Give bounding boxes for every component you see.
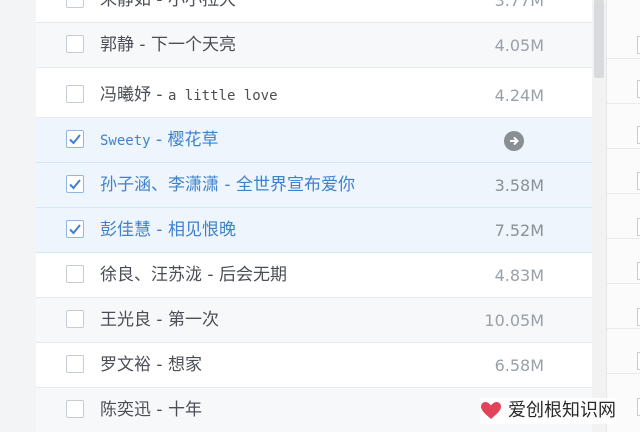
divider — [607, 283, 640, 284]
song-title: 王光良 - 第一次 — [100, 310, 219, 330]
watermark: 爱创根知识网 — [480, 398, 616, 424]
song-row[interactable]: 彭佳慧 - 相见恨晚 7.52M — [36, 208, 592, 253]
song-row[interactable]: Sweety - 樱花草 — [36, 118, 592, 163]
song-title: 彭佳慧 - 相见恨晚 — [100, 220, 236, 240]
song-checkbox[interactable] — [66, 355, 84, 373]
check-icon — [69, 224, 81, 235]
song-title: 朱静如 - 小小拉大 — [100, 0, 236, 10]
heart-logo-icon — [481, 402, 501, 419]
song-row[interactable]: 郭静 - 下一个天亮 4.05M — [36, 23, 592, 68]
scrollbar-thumb[interactable] — [594, 0, 604, 78]
song-title-artist: Sweety — [100, 133, 151, 149]
check-icon — [69, 179, 81, 190]
song-checkbox[interactable] — [66, 175, 84, 193]
watermark-text: 爱创根知识网 — [508, 400, 616, 421]
song-row[interactable]: 冯曦妤 - a little love 4.24M — [36, 73, 592, 118]
song-title-name: a little love — [167, 88, 278, 104]
song-size: 6.58M — [494, 356, 544, 375]
song-checkbox[interactable] — [66, 0, 84, 8]
check-icon — [69, 134, 81, 145]
song-checkbox[interactable] — [66, 220, 84, 238]
song-title: Sweety - 樱花草 — [100, 118, 219, 163]
song-row[interactable]: 王光良 - 第一次 10.05M — [36, 298, 592, 343]
song-title: 郭静 - 下一个天亮 — [100, 35, 236, 55]
song-size: 10.05M — [484, 311, 544, 330]
song-size: 3.58M — [494, 176, 544, 195]
download-arrow-icon[interactable] — [504, 131, 524, 151]
song-title-artist: 冯曦妤 - — [100, 85, 168, 105]
song-row[interactable]: 孙子涵、李潇潇 - 全世界宣布爱你 3.58M — [36, 163, 592, 208]
divider — [607, 328, 640, 329]
song-title: 陈奕迅 - 十年 — [100, 400, 202, 420]
song-title: 徐良、汪苏泷 - 后会无期 — [100, 265, 287, 285]
divider — [607, 58, 640, 59]
divider — [607, 238, 640, 239]
left-gutter — [0, 0, 36, 432]
song-checkbox[interactable] — [66, 35, 84, 53]
song-row[interactable]: 徐良、汪苏泷 - 后会无期 4.83M — [36, 253, 592, 298]
song-title: 罗文裕 - 想家 — [100, 355, 202, 375]
divider — [607, 103, 640, 104]
song-list: 朱静如 - 小小拉大 3.77M 郭静 - 下一个天亮 4.05M 冯曦妤 - … — [36, 0, 592, 432]
song-checkbox[interactable] — [66, 130, 84, 148]
song-row[interactable]: 罗文裕 - 想家 6.58M — [36, 343, 592, 388]
song-title-name: - 樱花草 — [150, 130, 219, 150]
song-checkbox[interactable] — [66, 85, 84, 103]
right-panel — [606, 0, 640, 432]
song-title: 孙子涵、李潇潇 - 全世界宣布爱你 — [100, 175, 355, 195]
song-checkbox[interactable] — [66, 265, 84, 283]
divider — [607, 148, 640, 149]
song-row[interactable]: 朱静如 - 小小拉大 3.77M — [36, 0, 592, 23]
vertical-scrollbar[interactable] — [592, 0, 606, 432]
song-size: 3.77M — [494, 0, 544, 10]
divider — [607, 373, 640, 374]
song-size: 4.83M — [494, 266, 544, 285]
song-size: 7.52M — [494, 221, 544, 240]
song-size: 4.05M — [494, 36, 544, 55]
song-size: 4.24M — [494, 86, 544, 105]
divider — [607, 193, 640, 194]
song-checkbox[interactable] — [66, 400, 84, 418]
song-title: 冯曦妤 - a little love — [100, 73, 278, 118]
song-checkbox[interactable] — [66, 310, 84, 328]
